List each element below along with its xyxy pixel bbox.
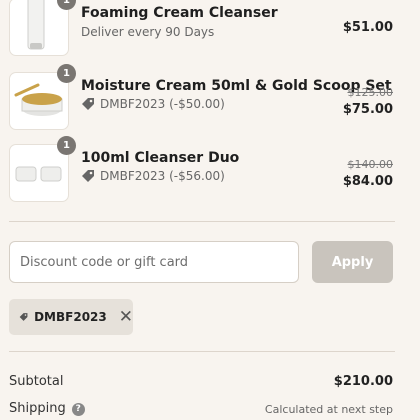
item-price: $84.00: [342, 174, 393, 189]
quantity-badge: 1: [57, 136, 76, 155]
delivery-text: Deliver every 90 Days: [81, 25, 215, 39]
divider: [9, 221, 395, 222]
original-price: $140.00: [347, 158, 394, 171]
subtotal-label: Subtotal: [9, 374, 64, 389]
shipping-value: Calculated at next step: [264, 403, 393, 416]
divider: [9, 351, 395, 352]
item-price: $51.00: [342, 20, 393, 35]
tag-icon: [19, 313, 28, 321]
applied-discount: DMBF2023 (-$56.00): [81, 169, 225, 183]
tag-icon: [82, 98, 94, 110]
subtotal-value: $210.00: [333, 374, 393, 389]
product-name: 100ml Cleanser Duo: [81, 150, 240, 166]
product-image-foaming-cleanser: [9, 0, 69, 56]
discount-code-label: DMBF2023: [34, 310, 107, 324]
cart-item: 1 Moisture Cream 50ml & Gold Scoop Set D…: [9, 64, 395, 132]
cart-item: 1 100ml Cleanser Duo DMBF2023 (-$56.00) …: [9, 136, 395, 204]
item-price: $75.00: [342, 102, 393, 117]
help-icon[interactable]: ?: [71, 402, 85, 416]
shipping-row: Shipping?: [9, 401, 85, 416]
discount-text: DMBF2023 (-$56.00): [100, 169, 225, 183]
shipping-label: Shipping: [9, 401, 66, 416]
remove-discount-icon[interactable]: ✕: [119, 308, 133, 326]
tag-icon: [82, 170, 94, 182]
applied-discount: DMBF2023 (-$50.00): [81, 97, 225, 111]
delivery-frequency: Deliver every 90 Days: [81, 25, 214, 39]
quantity-badge: 1: [57, 64, 76, 83]
applied-discount-chip: DMBF2023 ✕: [9, 299, 133, 335]
apply-discount-button[interactable]: Apply: [312, 241, 393, 283]
product-name: Moisture Cream 50ml & Gold Scoop Set: [81, 78, 392, 94]
discount-text: DMBF2023 (-$50.00): [100, 97, 225, 111]
discount-code-input[interactable]: [9, 241, 299, 283]
original-price: $125.00: [347, 86, 394, 99]
cart-item: 1 Foaming Cream Cleanser Deliver every 9…: [9, 0, 395, 60]
product-name: Foaming Cream Cleanser: [81, 5, 278, 21]
